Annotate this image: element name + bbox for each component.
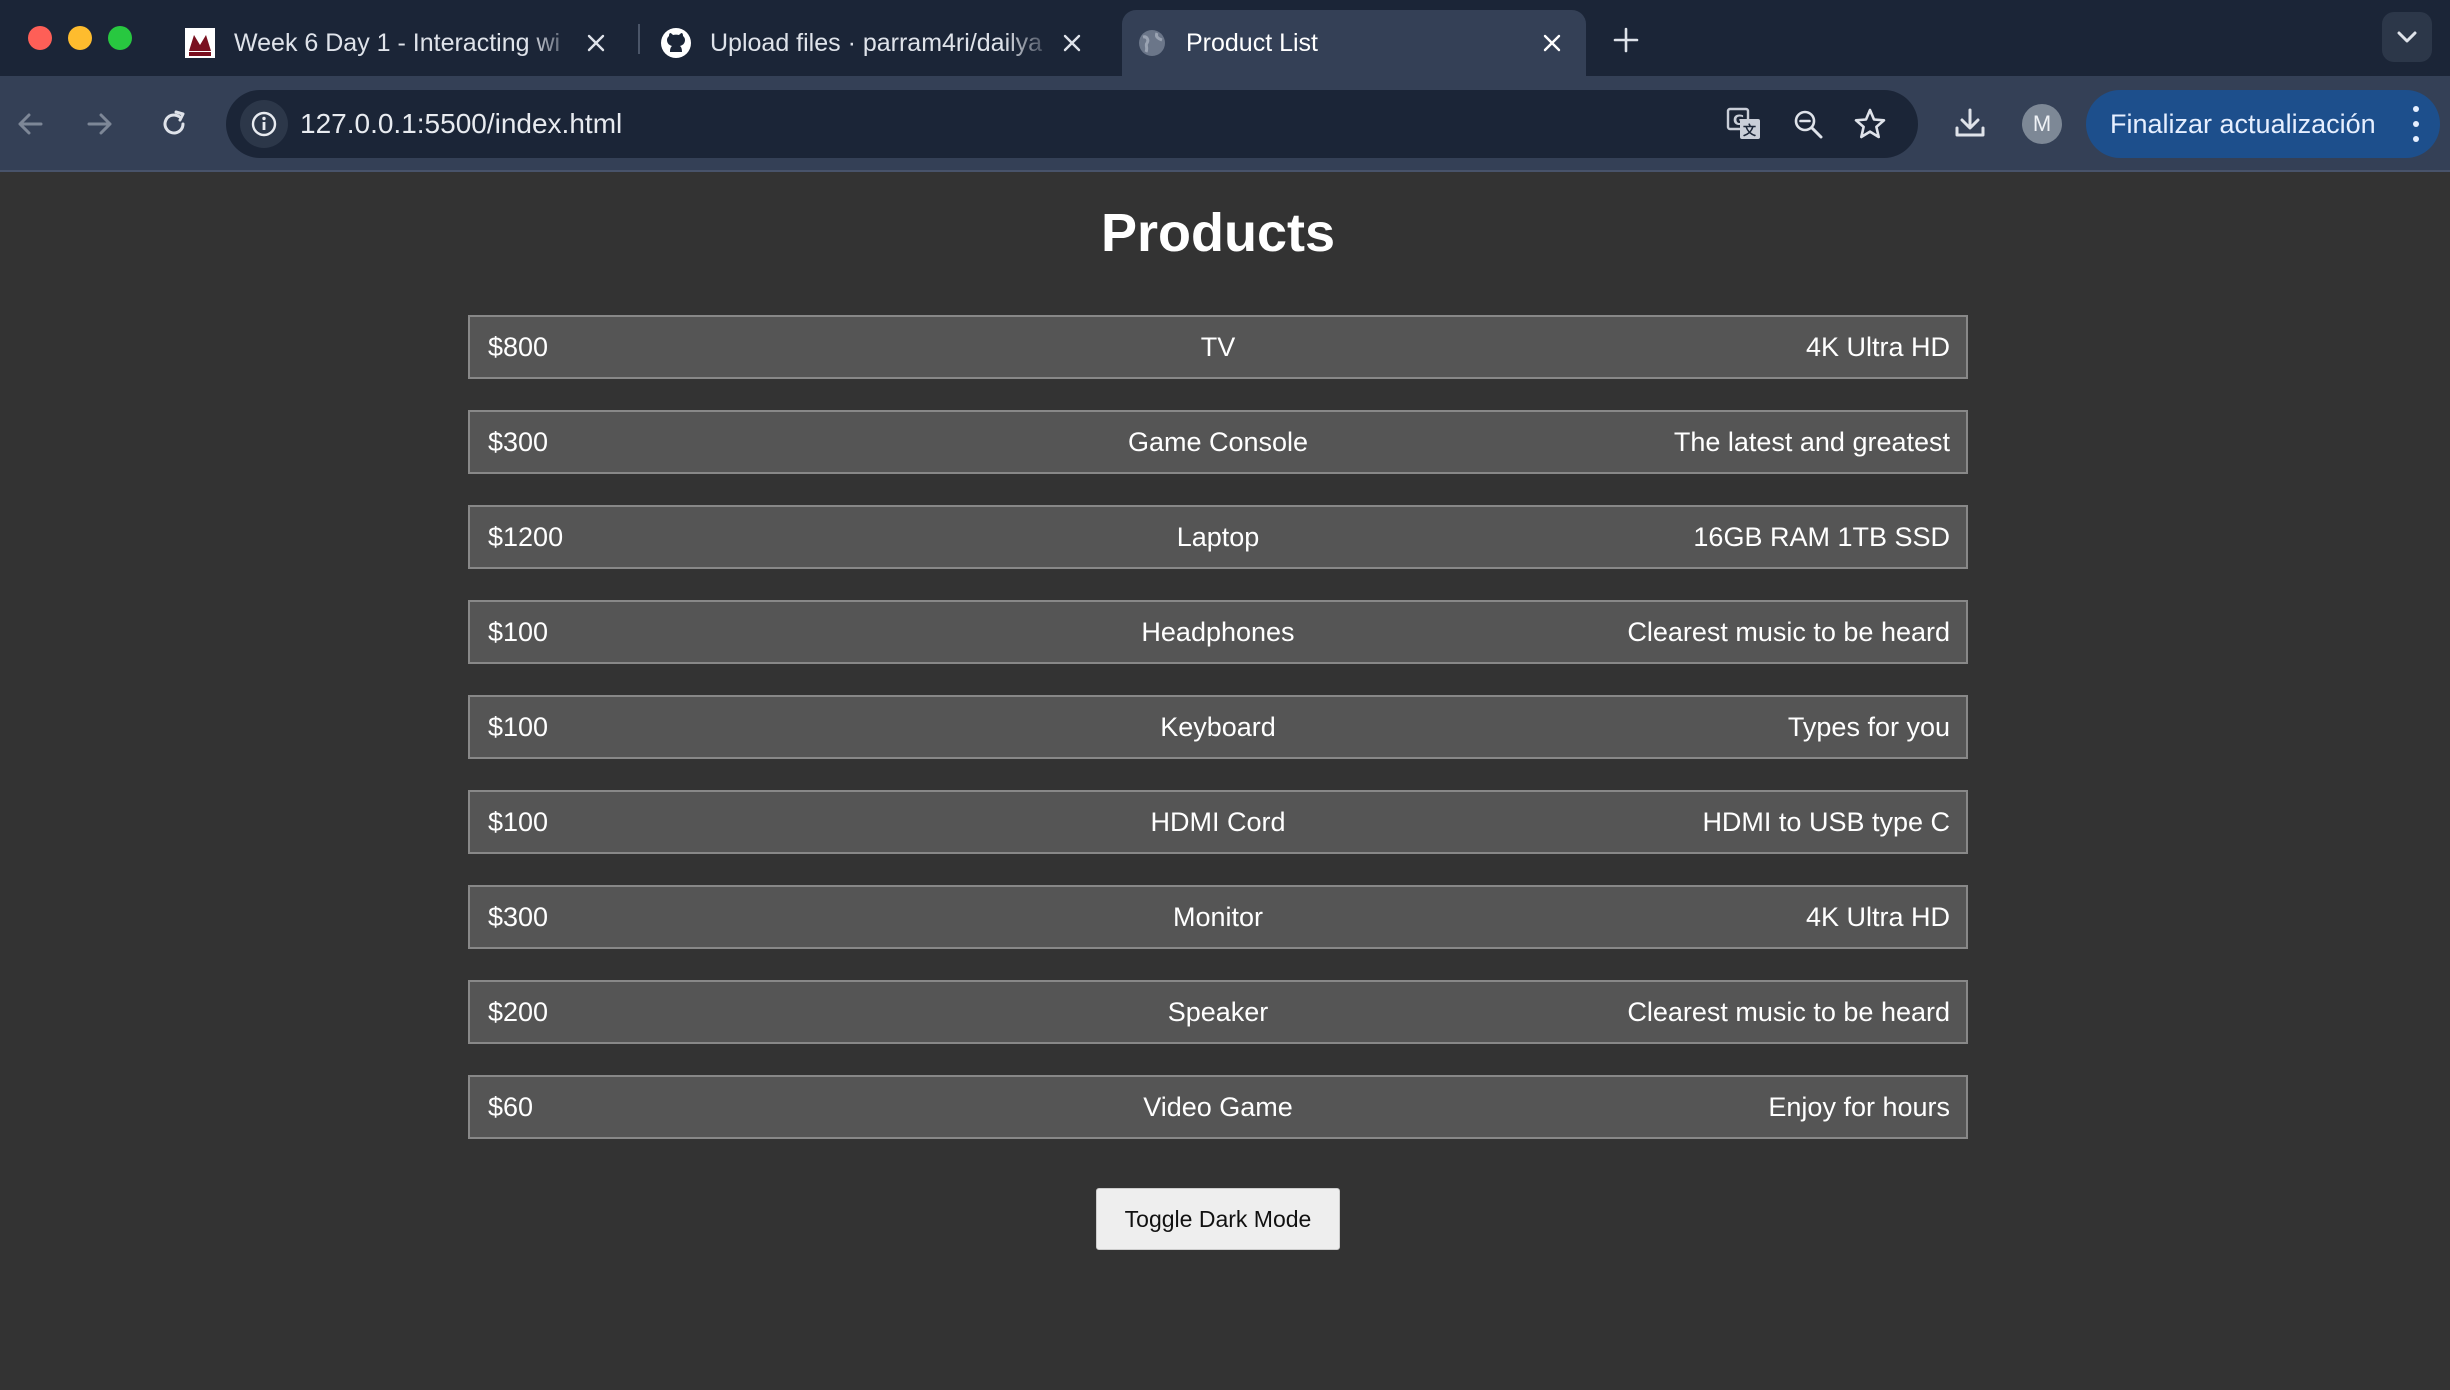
product-item: $200 Speaker Clearest music to be heard bbox=[468, 980, 1968, 1044]
translate-icon: G文 bbox=[1726, 107, 1760, 139]
product-price: $300 bbox=[488, 427, 549, 457]
product-item: $100 HDMI Cord HDMI to USB type C bbox=[468, 790, 1968, 854]
product-item: $60 Video Game Enjoy for hours bbox=[468, 1075, 1968, 1139]
close-window-button[interactable] bbox=[28, 26, 52, 50]
bookmark-button[interactable] bbox=[1850, 104, 1890, 144]
product-price: $1200 bbox=[488, 522, 564, 552]
profile-avatar[interactable]: M bbox=[2022, 104, 2062, 144]
product-description: The latest and greatest bbox=[1673, 427, 1950, 457]
address-bar[interactable]: 127.0.0.1:5500/index.html G文 bbox=[226, 90, 1918, 158]
forward-button[interactable] bbox=[78, 102, 122, 146]
school-logo-icon bbox=[184, 27, 216, 59]
maximize-window-button[interactable] bbox=[108, 26, 132, 50]
minimize-window-button[interactable] bbox=[68, 26, 92, 50]
browser-toolbar: 127.0.0.1:5500/index.html G文 M Finalizar… bbox=[0, 76, 2450, 172]
product-price: $300 bbox=[488, 902, 549, 932]
product-item: $300 Game Console The latest and greates… bbox=[468, 410, 1968, 474]
product-item: $300 Monitor 4K Ultra HD bbox=[468, 885, 1968, 949]
tab-week6[interactable]: Week 6 Day 1 - Interacting wi bbox=[170, 10, 630, 76]
site-info-button[interactable] bbox=[240, 100, 288, 148]
tab-product-list[interactable]: Product List bbox=[1122, 10, 1586, 76]
product-item: $800 TV 4K Ultra HD bbox=[468, 315, 1968, 379]
chevron-down-icon bbox=[2397, 31, 2417, 43]
product-description: Enjoy for hours bbox=[1768, 1092, 1950, 1122]
product-description: 16GB RAM 1TB SSD bbox=[1693, 522, 1950, 552]
info-icon bbox=[251, 111, 277, 137]
arrow-left-icon bbox=[18, 113, 43, 135]
reload-button[interactable] bbox=[152, 102, 196, 146]
zoom-button[interactable] bbox=[1788, 104, 1828, 144]
product-description: Types for you bbox=[1787, 712, 1950, 742]
product-price: $60 bbox=[488, 1092, 534, 1122]
toggle-dark-mode-button[interactable]: Toggle Dark Mode bbox=[1096, 1188, 1340, 1250]
product-description: 4K Ultra HD bbox=[1805, 332, 1950, 362]
tab-strip: Week 6 Day 1 - Interacting wi Upload fil… bbox=[0, 0, 2450, 76]
close-icon[interactable] bbox=[1056, 27, 1088, 59]
tab-title: Week 6 Day 1 - Interacting wi bbox=[234, 28, 561, 57]
close-icon[interactable] bbox=[580, 27, 612, 59]
product-name: Keyboard bbox=[1160, 712, 1276, 742]
product-list: $800 TV 4K Ultra HD $300 Game Console Th… bbox=[468, 315, 1968, 1170]
globe-icon bbox=[1136, 27, 1168, 59]
downloads-button[interactable] bbox=[1947, 100, 1993, 146]
new-tab-button[interactable] bbox=[1608, 22, 1644, 58]
product-price: $100 bbox=[488, 807, 549, 837]
translate-button[interactable]: G文 bbox=[1724, 104, 1764, 144]
more-vert-icon[interactable] bbox=[2410, 106, 2422, 142]
star-icon bbox=[1854, 108, 1886, 139]
product-description: Clearest music to be heard bbox=[1627, 997, 1950, 1027]
product-item: $100 Headphones Clearest music to be hea… bbox=[468, 600, 1968, 664]
download-icon bbox=[1955, 108, 1985, 137]
product-price: $100 bbox=[488, 617, 549, 647]
product-description: 4K Ultra HD bbox=[1805, 902, 1950, 932]
url-text[interactable]: 127.0.0.1:5500/index.html bbox=[300, 90, 622, 158]
close-icon[interactable] bbox=[1536, 27, 1568, 59]
github-icon bbox=[660, 27, 692, 59]
arrow-right-icon bbox=[87, 113, 112, 135]
tab-separator bbox=[638, 24, 640, 54]
product-item: $100 Keyboard Types for you bbox=[468, 695, 1968, 759]
product-item: $1200 Laptop 16GB RAM 1TB SSD bbox=[468, 505, 1968, 569]
tab-search-button[interactable] bbox=[2382, 12, 2432, 62]
product-name: Video Game bbox=[1143, 1092, 1293, 1122]
product-name: TV bbox=[1200, 332, 1236, 362]
zoom-out-icon bbox=[1794, 110, 1823, 139]
product-description: HDMI to USB type C bbox=[1702, 807, 1950, 837]
product-price: $200 bbox=[488, 997, 549, 1027]
update-button-label: Finalizar actualización bbox=[2110, 108, 2376, 139]
tab-title: Upload files · parram4ri/dailya bbox=[710, 28, 1043, 57]
plus-icon bbox=[1613, 27, 1639, 53]
product-name: Monitor bbox=[1172, 902, 1264, 932]
svg-text:文: 文 bbox=[1743, 123, 1757, 139]
tab-upload-files[interactable]: Upload files · parram4ri/dailya bbox=[646, 10, 1106, 76]
product-price: $100 bbox=[488, 712, 549, 742]
finish-update-button[interactable]: Finalizar actualización bbox=[2086, 90, 2440, 158]
reload-icon bbox=[163, 110, 185, 135]
tab-title: Product List bbox=[1186, 28, 1319, 57]
back-button[interactable] bbox=[8, 102, 52, 146]
product-description: Clearest music to be heard bbox=[1627, 617, 1950, 647]
page-title: Products bbox=[1100, 203, 1336, 263]
product-price: $800 bbox=[488, 332, 549, 362]
